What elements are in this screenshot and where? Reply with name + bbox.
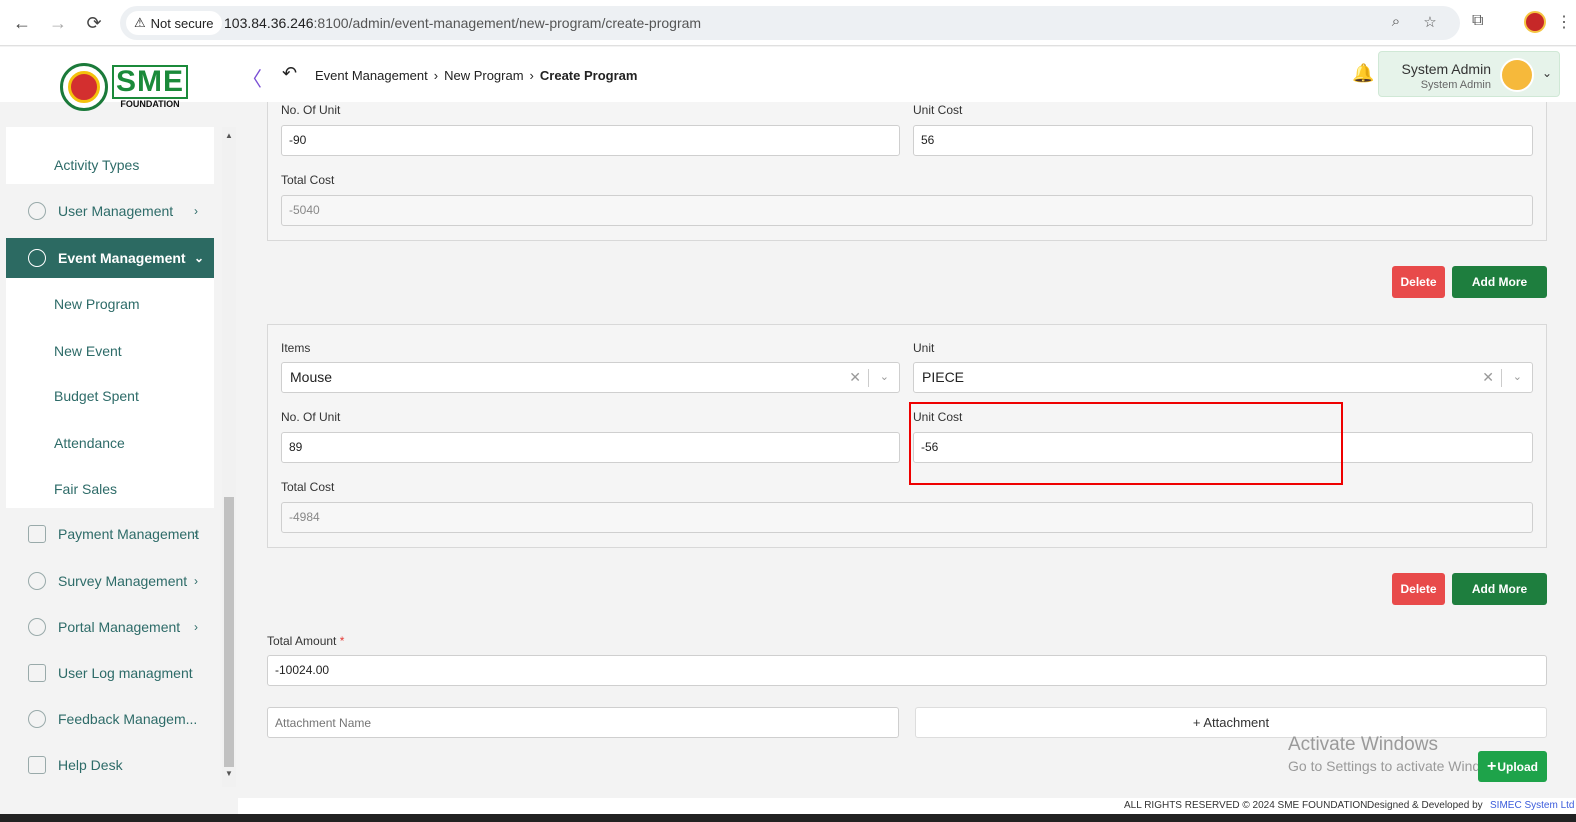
no-of-unit-input-2[interactable]: 89 <box>281 432 900 463</box>
chevron-right-icon: › <box>194 574 198 588</box>
sidebar-item-fair-sales[interactable]: Fair Sales <box>54 481 117 497</box>
unit-select[interactable]: PIECE ✕ ⌄ <box>913 362 1533 393</box>
chevron-down-icon: ⌄ <box>194 251 205 265</box>
sidebar-item-budget-spent[interactable]: Budget Spent <box>54 388 139 404</box>
add-more-button[interactable]: Add More <box>1452 266 1547 298</box>
breadcrumb-event-management[interactable]: Event Management <box>315 68 428 83</box>
chevron-down-icon[interactable]: ⌄ <box>1513 363 1522 392</box>
feedback-icon <box>28 710 46 728</box>
sidebar-item-event-management[interactable]: Event Management ⌄ <box>6 238 214 278</box>
sidebar-item-portal-management[interactable]: Portal Management › <box>6 607 214 647</box>
chevron-down-icon[interactable]: ⌄ <box>880 363 889 392</box>
chevron-right-icon: › <box>529 68 534 83</box>
delete-button[interactable]: Delete <box>1392 266 1445 298</box>
footer: ALL RIGHTS RESERVED © 2024 SME FOUNDATIO… <box>238 798 1576 814</box>
taskbar <box>0 814 1576 822</box>
scroll-down-arrow-icon[interactable]: ▼ <box>225 769 233 778</box>
sidebar-item-new-event[interactable]: New Event <box>54 343 122 359</box>
sidebar-item-user-management[interactable]: User Management › <box>6 191 214 231</box>
breadcrumb-create-program: Create Program <box>539 68 638 83</box>
pie-chart-icon <box>28 572 46 590</box>
breadcrumb-new-program[interactable]: New Program <box>444 68 523 83</box>
user-menu[interactable]: System Admin System Admin ⌄ <box>1378 51 1560 97</box>
scroll-thumb[interactable] <box>224 497 234 767</box>
total-cost-field-2: -4984 <box>281 502 1533 533</box>
chevron-right-icon: › <box>194 204 198 218</box>
warning-triangle-icon: ⚠ <box>134 15 146 30</box>
chevron-right-icon: › <box>433 68 439 83</box>
sidebar-item-help-desk[interactable]: Help Desk <box>6 745 214 785</box>
unit-cost-input-1[interactable]: 56 <box>913 125 1533 156</box>
chrome-menu-icon[interactable]: ⋮ <box>1556 12 1572 32</box>
windows-activation-watermark: Activate Windows Go to Settings to activ… <box>1288 734 1478 774</box>
bookmark-star-icon[interactable]: ☆ <box>1420 13 1440 33</box>
url-text[interactable]: 103.84.36.246:8100/admin/event-managemen… <box>224 15 701 31</box>
browser-toolbar: ← → ⟳ ⚠ Not secure 103.84.36.246:8100/ad… <box>0 0 1576 46</box>
chat-icon <box>28 756 46 774</box>
sidebar-item-payment-management[interactable]: Payment Management › <box>6 514 214 554</box>
company-link[interactable]: SIMEC System Ltd <box>1490 800 1574 811</box>
lock-icon <box>28 249 46 267</box>
avatar <box>1500 58 1534 92</box>
sidebar-item-feedback[interactable]: Feedback Managem... <box>6 699 214 739</box>
attachment-name-input[interactable] <box>267 707 899 738</box>
shield-icon <box>28 202 46 220</box>
upload-button[interactable]: + Upload <box>1478 751 1547 782</box>
log-icon <box>28 664 46 682</box>
sidebar-scrollbar[interactable]: ▲ ▼ <box>222 127 236 787</box>
total-amount-input[interactable]: -10024.00 <box>267 655 1547 686</box>
address-bar[interactable]: ⚠ Not secure 103.84.36.246:8100/admin/ev… <box>120 6 1460 40</box>
government-seal-icon <box>60 63 108 111</box>
chevron-right-icon: › <box>194 620 198 634</box>
no-of-unit-input-1[interactable]: -90 <box>281 125 900 156</box>
back-arrow-icon[interactable]: ← <box>8 9 36 37</box>
clear-x-icon[interactable]: ✕ <box>849 363 861 392</box>
undo-back-icon[interactable]: ↶ <box>282 63 297 84</box>
total-amount-label: Total Amount * <box>267 634 345 648</box>
items-select[interactable]: Mouse ✕ ⌄ <box>281 362 900 393</box>
clear-x-icon[interactable]: ✕ <box>1482 363 1494 392</box>
user-name: System Admin <box>1401 61 1491 77</box>
plus-icon: + <box>1486 757 1497 775</box>
total-cost-field-1: -5040 <box>281 195 1533 226</box>
add-more-button[interactable]: Add More <box>1452 573 1547 605</box>
sidebar: Activity Types User Management › Event M… <box>0 127 238 787</box>
notification-bell-icon[interactable]: 🔔 <box>1352 63 1374 84</box>
annotation-highlight-box <box>909 402 1343 485</box>
sidebar-item-new-program[interactable]: New Program <box>54 296 140 312</box>
forward-arrow-icon[interactable]: → <box>44 9 72 37</box>
security-indicator[interactable]: ⚠ Not secure <box>126 11 222 35</box>
sidebar-collapse-icon[interactable]: 〈 <box>242 63 262 92</box>
user-role: System Admin <box>1420 79 1491 91</box>
extensions-icon[interactable]: ⧉ <box>1472 12 1483 30</box>
breadcrumb: Event Management › New Program › Create … <box>315 68 637 83</box>
reload-icon[interactable]: ⟳ <box>80 9 108 37</box>
payment-icon <box>28 525 46 543</box>
lock-icon <box>28 618 46 636</box>
zoom-icon[interactable]: ⌕ <box>1386 13 1406 33</box>
sidebar-item-user-log[interactable]: User Log managment <box>6 653 214 693</box>
delete-button[interactable]: Delete <box>1392 573 1445 605</box>
sidebar-item-activity-types[interactable]: Activity Types <box>54 157 139 173</box>
chevron-right-icon: › <box>194 527 198 541</box>
scroll-up-arrow-icon[interactable]: ▲ <box>225 131 233 140</box>
profile-avatar-icon[interactable] <box>1524 11 1546 33</box>
sidebar-item-attendance[interactable]: Attendance <box>54 435 125 451</box>
app-header: SME FOUNDATION 〈 ↶ Event Management › Ne… <box>0 47 1576 111</box>
chevron-down-icon[interactable]: ⌄ <box>1542 66 1552 80</box>
sme-logo[interactable]: SME FOUNDATION <box>60 63 189 111</box>
sidebar-item-survey-management[interactable]: Survey Management › <box>6 561 214 601</box>
